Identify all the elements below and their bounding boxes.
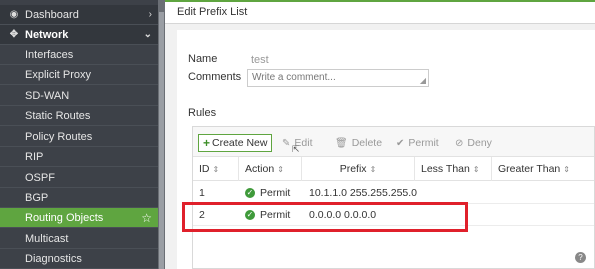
- sidebar-item-interfaces[interactable]: Interfaces: [0, 45, 158, 65]
- sort-icon: ⇕: [212, 164, 220, 174]
- sidebar-item-label: OSPF: [25, 171, 55, 184]
- comments-placeholder: Write a comment...: [252, 72, 336, 83]
- deny-label: Deny: [467, 137, 492, 149]
- sidebar-item-label: Multicast: [25, 232, 69, 245]
- sort-icon: ⇕: [369, 164, 377, 174]
- column-header-label: Less Than: [421, 163, 470, 175]
- highlight-box: [182, 202, 468, 232]
- sidebar-item-dashboard[interactable]: ◉ Dashboard ›: [0, 5, 158, 25]
- pencil-icon: ✎: [282, 137, 291, 149]
- name-label: Name: [188, 53, 218, 65]
- sort-icon: ⇕: [277, 164, 284, 174]
- check-circle-icon: ✔: [396, 137, 405, 149]
- permit-label: Permit: [408, 137, 439, 149]
- chevron-right-icon: ›: [148, 9, 152, 20]
- sidebar-item-label: BGP: [25, 191, 49, 204]
- sidebar-item-label: Interfaces: [25, 48, 74, 61]
- sidebar-item-label: RIP: [25, 150, 44, 163]
- sidebar-item-static-routes[interactable]: Static Routes: [0, 106, 158, 126]
- edit-panel: Name test Comments Write a comment... ◢ …: [177, 30, 595, 269]
- rules-label: Rules: [188, 107, 217, 119]
- scrollbar-thumb[interactable]: [159, 12, 164, 269]
- sidebar: ◉ Dashboard › ✥ Network ⌄ Interfaces Exp…: [0, 0, 158, 269]
- sidebar-item-network[interactable]: ✥ Network ⌄: [0, 25, 158, 45]
- sidebar-item-explicit-proxy[interactable]: Explicit Proxy: [0, 65, 158, 85]
- cell-action: ✓ Permit: [245, 182, 290, 204]
- rules-table: + Create New ✎ Edit 🗑 Delete ✔ Permit ⊘: [192, 126, 595, 269]
- column-header-less-than[interactable]: Less Than ⇕: [415, 157, 492, 181]
- column-header-label: Action: [245, 163, 275, 175]
- help-icon[interactable]: ?: [575, 252, 586, 263]
- table-header: ID ⇕ Action ⇕ Prefix ⇕ Less Than ⇕ Greater T…: [193, 157, 594, 181]
- plus-icon: +: [203, 136, 211, 150]
- column-header-greater-than[interactable]: Greater Than ⇕: [492, 157, 594, 181]
- sidebar-item-label: Network: [25, 28, 69, 41]
- comments-label: Comments: [188, 71, 242, 83]
- resize-handle-icon[interactable]: ◢: [420, 76, 426, 85]
- deny-button[interactable]: ⊘ Deny: [455, 134, 492, 152]
- sidebar-item-ospf[interactable]: OSPF: [0, 168, 158, 188]
- comments-field[interactable]: Write a comment... ◢: [247, 69, 429, 87]
- delete-button[interactable]: 🗑 Delete: [335, 134, 382, 152]
- column-header-action[interactable]: Action ⇕: [239, 157, 302, 181]
- column-header-prefix[interactable]: Prefix ⇕: [302, 157, 415, 181]
- chevron-down-icon: ⌄: [143, 29, 152, 40]
- cell-action-label: Permit: [260, 187, 291, 199]
- dashboard-icon: ◉: [9, 9, 19, 20]
- name-value[interactable]: test: [251, 54, 269, 66]
- create-new-button[interactable]: + Create New: [198, 134, 273, 152]
- sidebar-item-label: Explicit Proxy: [25, 68, 92, 81]
- sidebar-item-rip[interactable]: RIP: [0, 147, 158, 167]
- sidebar-item-diagnostics[interactable]: Diagnostics: [0, 249, 158, 269]
- table-row[interactable]: 1 ✓ Permit 10.1.1.0 255.255.255.0: [193, 182, 594, 204]
- column-header-label: Greater Than: [498, 163, 561, 175]
- sidebar-item-label: Diagnostics: [25, 252, 82, 265]
- star-icon[interactable]: ☆: [141, 211, 152, 225]
- sidebar-item-label: Routing Objects: [25, 211, 104, 224]
- sidebar-item-label: Policy Routes: [25, 130, 93, 143]
- sidebar-item-label: SD-WAN: [25, 89, 70, 102]
- sidebar-item-sd-wan[interactable]: SD-WAN: [0, 86, 158, 106]
- trash-icon: 🗑: [335, 137, 348, 149]
- sidebar-item-label: Dashboard: [25, 8, 79, 21]
- sort-icon: ⇕: [563, 164, 570, 174]
- rules-toolbar: + Create New ✎ Edit 🗑 Delete ✔ Permit ⊘: [193, 127, 594, 157]
- sidebar-scrollbar[interactable]: [158, 0, 165, 269]
- create-new-label: Create New: [212, 137, 268, 149]
- deny-icon: ⊘: [455, 137, 464, 149]
- column-header-label: Prefix: [339, 163, 367, 175]
- network-icon: ✥: [9, 29, 19, 40]
- cell-prefix: 10.1.1.0 255.255.255.0: [309, 187, 418, 199]
- sort-icon: ⇕: [472, 164, 480, 174]
- permit-button[interactable]: ✔ Permit: [396, 134, 439, 152]
- cursor-icon: ⇱: [292, 144, 300, 154]
- check-circle-icon: ✓: [245, 188, 255, 198]
- sidebar-item-routing-objects[interactable]: Routing Objects ☆: [0, 208, 158, 228]
- delete-label: Delete: [351, 137, 383, 149]
- page-header: Edit Prefix List: [165, 0, 595, 24]
- sidebar-item-policy-routes[interactable]: Policy Routes: [0, 127, 158, 147]
- column-header-id[interactable]: ID ⇕: [193, 157, 239, 181]
- sidebar-item-label: Static Routes: [25, 109, 91, 122]
- sidebar-item-multicast[interactable]: Multicast: [0, 229, 158, 249]
- sidebar-item-bgp[interactable]: BGP: [0, 188, 158, 208]
- cell-id: 1: [199, 187, 205, 199]
- page-title: Edit Prefix List: [177, 6, 248, 18]
- column-header-label: ID: [199, 163, 210, 175]
